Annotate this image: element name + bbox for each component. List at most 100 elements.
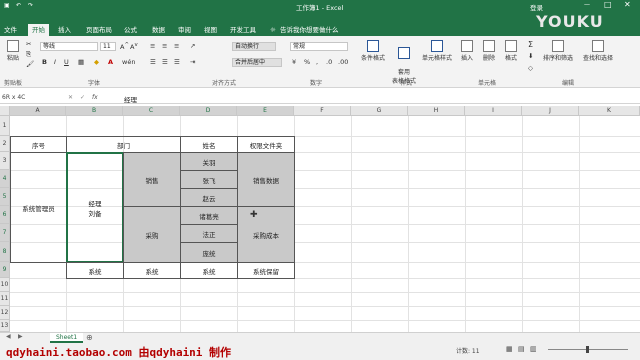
cancel-icon[interactable]: ✕ — [68, 94, 73, 101]
fill-icon[interactable]: ⬇ — [528, 52, 533, 60]
undo-icon[interactable]: ↶ — [16, 2, 21, 9]
cell-perm-sales[interactable]: 销售数据 — [237, 152, 295, 207]
sheet-nav-right-icon[interactable]: ▶ — [18, 333, 23, 340]
fill-color-icon[interactable]: ◆ — [94, 58, 99, 66]
tab-formulas[interactable]: 公式 — [124, 24, 137, 36]
column-header-c[interactable]: C — [123, 106, 180, 116]
tab-file[interactable]: 文件 — [4, 24, 17, 36]
underline-button[interactable]: U — [64, 58, 69, 66]
minimize-icon[interactable]: — — [584, 1, 590, 8]
copy-icon[interactable]: ⎘ — [26, 50, 31, 59]
cell-name-5[interactable]: 法正 — [180, 224, 238, 243]
cell-admin[interactable]: 系统管理员 — [10, 152, 67, 263]
column-header-g[interactable]: G — [351, 106, 408, 116]
percent-icon[interactable]: % — [304, 58, 310, 66]
page-layout-view-icon[interactable]: ▤ — [518, 345, 525, 353]
cell-dept-sales[interactable]: 销售 — [123, 152, 181, 207]
cell-name-3[interactable]: 赵云 — [180, 188, 238, 207]
delete-cells-button[interactable]: 删除 — [480, 40, 498, 62]
row-header-1[interactable]: 1 — [0, 116, 10, 136]
select-all-corner[interactable] — [0, 106, 10, 116]
font-name-select[interactable]: 等线 — [40, 42, 98, 51]
find-select-button[interactable]: 查找和选择 — [580, 40, 616, 62]
name-box[interactable]: 6R x 4C — [2, 94, 25, 101]
number-format-select[interactable]: 常规 — [290, 42, 348, 51]
sort-filter-button[interactable]: 排序和筛选 — [540, 40, 576, 62]
orientation-icon[interactable]: ↗ — [190, 42, 195, 50]
row-header-12[interactable]: 12 — [0, 306, 10, 320]
merge-center-button[interactable]: 合并后居中 — [232, 58, 282, 67]
cell-manager-selected[interactable]: 经理 刘备 — [66, 152, 124, 263]
zoom-slider-thumb[interactable] — [586, 346, 589, 353]
column-header-e[interactable]: E — [237, 106, 294, 116]
row-header-4[interactable]: 4 — [0, 170, 10, 188]
row-header-7[interactable]: 7 — [0, 224, 10, 242]
cell-e9[interactable]: 系统保留 — [237, 262, 295, 279]
column-header-f[interactable]: F — [294, 106, 351, 116]
align-bottom-icon[interactable]: ≡ — [174, 42, 179, 50]
column-header-j[interactable]: J — [522, 106, 579, 116]
tell-me-box[interactable]: 告诉我你想要做什么 — [280, 24, 339, 36]
cell-perm-purchase[interactable]: 采购成本 — [237, 206, 295, 263]
align-top-icon[interactable]: ≡ — [150, 42, 155, 50]
row-header-11[interactable]: 11 — [0, 292, 10, 306]
worksheet[interactable]: A B C D E F G H I J K 1 2 3 4 5 6 7 8 9 … — [0, 106, 640, 332]
cell-d9[interactable]: 系统 — [180, 262, 238, 279]
shrink-font-icon[interactable]: Av — [130, 42, 138, 51]
row-header-5[interactable]: 5 — [0, 188, 10, 206]
tab-insert[interactable]: 插入 — [58, 24, 71, 36]
tab-review[interactable]: 审阅 — [178, 24, 191, 36]
cell-a2-header[interactable]: 序号 — [10, 136, 67, 153]
cell-styles-button[interactable]: 单元格样式 — [420, 40, 454, 62]
normal-view-icon[interactable]: ▦ — [506, 345, 513, 353]
fx-label[interactable]: fx — [92, 94, 98, 101]
row-header-3[interactable]: 3 — [0, 152, 10, 170]
cell-name-6[interactable]: 庞统 — [180, 242, 238, 263]
login-link[interactable]: 登录 — [530, 2, 543, 12]
conditional-format-button[interactable]: 条件格式 — [358, 40, 388, 62]
insert-cells-button[interactable]: 插入 — [458, 40, 476, 62]
maximize-icon[interactable]: □ — [604, 0, 612, 9]
format-cells-button[interactable]: 格式 — [502, 40, 520, 62]
redo-icon[interactable]: ↷ — [28, 2, 33, 9]
cell-c9[interactable]: 系统 — [123, 262, 181, 279]
align-center-icon[interactable]: ☰ — [162, 58, 168, 66]
add-sheet-icon[interactable]: ⊕ — [86, 333, 93, 342]
column-header-h[interactable]: H — [408, 106, 465, 116]
clear-icon[interactable]: ◇ — [528, 64, 533, 72]
column-header-a[interactable]: A — [10, 106, 66, 116]
enter-icon[interactable]: ✓ — [80, 94, 85, 101]
decrease-decimal-icon[interactable]: .00 — [338, 58, 348, 66]
save-icon[interactable]: ▣ — [4, 2, 10, 9]
sheet-nav-left-icon[interactable]: ◀ — [6, 333, 11, 340]
column-header-d[interactable]: D — [180, 106, 237, 116]
cell-name-4[interactable]: 诸葛亮 — [180, 206, 238, 225]
phonetic-icon[interactable]: wén — [122, 58, 135, 66]
comma-icon[interactable]: , — [316, 58, 318, 66]
row-header-10[interactable]: 10 — [0, 278, 10, 292]
cell-b2-header[interactable]: 部门 — [66, 136, 181, 153]
font-size-select[interactable]: 11 — [100, 42, 116, 51]
cell-e2-header[interactable]: 权限文件夹 — [237, 136, 295, 153]
increase-decimal-icon[interactable]: .0 — [326, 58, 332, 66]
wrap-text-button[interactable]: 自动换行 — [232, 42, 276, 51]
font-color-icon[interactable]: A — [108, 58, 113, 66]
row-header-2[interactable]: 2 — [0, 136, 10, 152]
currency-icon[interactable]: ¥ — [292, 58, 296, 66]
italic-button[interactable]: I — [54, 58, 56, 66]
align-middle-icon[interactable]: ≡ — [162, 42, 167, 50]
grow-font-icon[interactable]: A^ — [120, 42, 129, 51]
cell-b9[interactable]: 系统 — [66, 262, 124, 279]
tab-page-layout[interactable]: 页面布局 — [86, 24, 112, 36]
tab-data[interactable]: 数据 — [152, 24, 165, 36]
column-header-b[interactable]: B — [66, 106, 123, 116]
row-header-9[interactable]: 9 — [0, 262, 10, 278]
column-header-k[interactable]: K — [579, 106, 640, 116]
column-header-i[interactable]: I — [465, 106, 522, 116]
tab-developer[interactable]: 开发工具 — [230, 24, 256, 36]
cut-icon[interactable]: ✂ — [26, 40, 31, 48]
cell-d2-header[interactable]: 姓名 — [180, 136, 238, 153]
cell-dept-purchase[interactable]: 采购 — [123, 206, 181, 263]
tab-home[interactable]: 开始 — [28, 24, 49, 36]
row-header-8[interactable]: 8 — [0, 242, 10, 262]
